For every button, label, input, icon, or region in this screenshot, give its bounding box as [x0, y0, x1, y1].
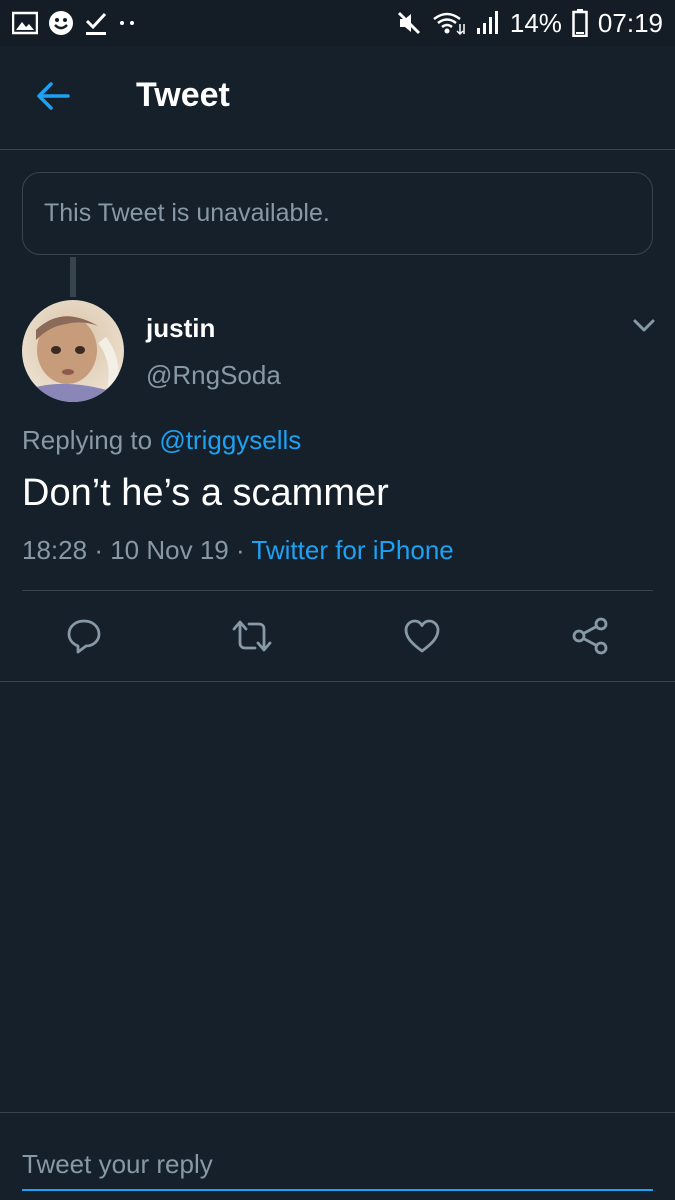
share-icon	[570, 616, 610, 661]
status-bar-right: 14% 07:19	[396, 8, 663, 39]
tweet-text: Don’t he’s a scammer	[22, 472, 389, 514]
status-bar-left	[12, 10, 136, 36]
meta-separator: ·	[94, 535, 103, 565]
more-dots-icon	[118, 19, 136, 27]
replying-prefix: Replying to	[22, 425, 153, 455]
thread-connector	[70, 257, 76, 297]
user-handle[interactable]: @RngSoda	[146, 360, 281, 391]
like-button[interactable]	[400, 616, 444, 660]
reply-input[interactable]	[22, 1139, 653, 1191]
chevron-down-icon	[632, 318, 656, 339]
unavailable-tweet-card: This Tweet is unavailable.	[22, 172, 653, 255]
signal-icon	[476, 10, 500, 36]
tweet-meta: 18:28 · 10 Nov 19 · Twitter for iPhone	[22, 535, 454, 566]
smiley-icon	[48, 10, 74, 36]
image-icon	[12, 11, 38, 35]
divider	[0, 681, 675, 682]
mention-link[interactable]: @triggysells	[159, 425, 301, 455]
reply-button[interactable]	[62, 616, 106, 660]
share-button[interactable]	[568, 616, 612, 660]
mute-icon	[396, 10, 422, 36]
battery-percent: 14%	[509, 7, 562, 38]
arrow-left-icon	[36, 81, 70, 116]
action-bar	[0, 600, 675, 680]
app-bar: Tweet	[0, 46, 675, 150]
download-check-icon	[84, 10, 108, 36]
retweet-button[interactable]	[230, 616, 274, 660]
meta-separator: ·	[235, 535, 245, 565]
replying-to: Replying to @triggysells	[22, 425, 301, 456]
clock: 07:19	[597, 7, 663, 38]
heart-icon	[403, 618, 441, 659]
status-bar: 14% 07:19	[0, 0, 675, 46]
display-name[interactable]: justin	[146, 313, 215, 344]
reply-icon	[65, 617, 103, 660]
divider	[22, 590, 653, 591]
tweet-date: 10 Nov 19	[110, 535, 229, 565]
battery-icon	[572, 9, 588, 37]
reply-bar	[0, 1112, 675, 1200]
tweet-source-link[interactable]: Twitter for iPhone	[251, 535, 453, 565]
tweet-menu-button[interactable]	[628, 314, 660, 342]
unavailable-tweet-text: This Tweet is unavailable.	[44, 199, 330, 227]
tweet-time: 18:28	[22, 535, 88, 565]
page-title: Tweet	[136, 76, 230, 114]
wifi-icon	[432, 10, 466, 36]
retweet-icon	[231, 617, 273, 660]
avatar[interactable]	[22, 300, 124, 402]
back-button[interactable]	[30, 78, 76, 118]
